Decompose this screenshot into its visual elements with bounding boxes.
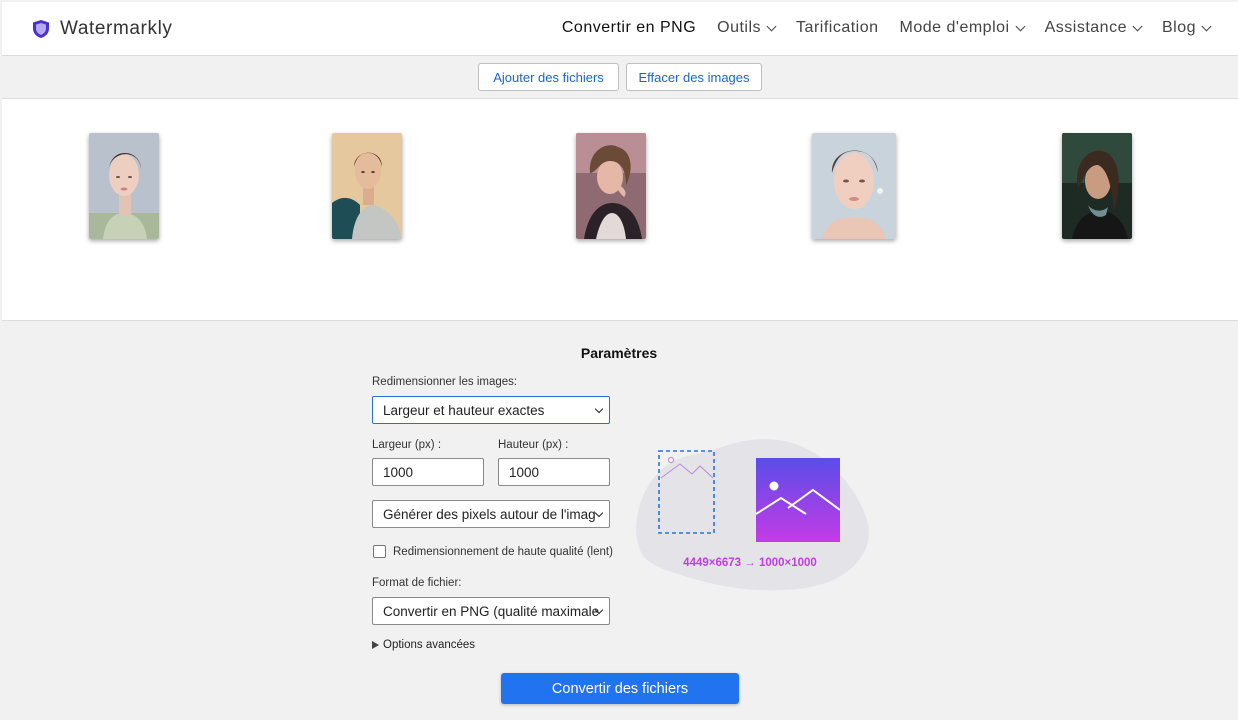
nav-label: Mode d'emploi — [899, 19, 1010, 36]
chevron-down-icon — [594, 404, 604, 414]
resize-illustration — [636, 439, 869, 591]
input-value: 1000 — [509, 464, 540, 480]
nav-label: Assistance — [1044, 19, 1127, 36]
image-thumbnail[interactable] — [332, 133, 402, 239]
nav-tarification[interactable]: Tarification — [796, 19, 878, 37]
settings-title: Paramètres — [580, 345, 658, 361]
width-label: Largeur (px) : — [372, 439, 442, 451]
width-input[interactable]: 1000 — [372, 458, 484, 486]
chevron-down-icon — [1201, 21, 1212, 31]
high-quality-label[interactable]: Redimensionnement de haute qualité (lent… — [393, 546, 613, 558]
image-thumbnail[interactable] — [1062, 133, 1132, 239]
file-toolbar: Ajouter des fichiers Effacer des images — [2, 57, 1238, 99]
select-value: Convertir en PNG (qualité maximale — [383, 603, 600, 619]
nav-label: Blog — [1161, 19, 1196, 36]
image-gallery — [2, 99, 1238, 321]
chevron-down-icon — [766, 21, 777, 31]
resize-mode-select[interactable]: Largeur et hauteur exactes — [372, 396, 610, 424]
select-value: Largeur et hauteur exactes — [383, 402, 545, 418]
clear-images-button[interactable]: Effacer des images — [626, 63, 762, 91]
nav-mode-emploi[interactable]: Mode d'emploi — [899, 19, 1026, 37]
height-label: Hauteur (px) : — [498, 439, 569, 451]
advanced-options-toggle[interactable]: Options avancées — [372, 639, 475, 651]
nav-label: Convertir en PNG — [561, 19, 697, 36]
image-thumbnail[interactable] — [812, 133, 896, 239]
chevron-down-icon — [1015, 21, 1026, 31]
height-input[interactable]: 1000 — [498, 458, 610, 486]
nav-outils[interactable]: Outils — [717, 19, 777, 37]
format-select[interactable]: Convertir en PNG (qualité maximale — [372, 597, 610, 625]
select-value: Générer des pixels autour de l'imag — [383, 506, 596, 522]
shield-icon — [33, 20, 49, 38]
image-thumbnail[interactable] — [576, 133, 646, 239]
resize-label: Redimensionner les images: — [372, 376, 518, 388]
brand-name: Watermarkly — [60, 18, 173, 39]
nav-label: Outils — [717, 19, 762, 36]
format-label: Format de fichier: — [372, 577, 462, 589]
advanced-options-label: Options avancées — [383, 639, 476, 651]
image-thumbnail[interactable] — [89, 133, 159, 239]
nav-convertir-png[interactable]: Convertir en PNG — [562, 19, 696, 37]
nav-blog[interactable]: Blog — [1161, 19, 1212, 37]
convert-files-button[interactable]: Convertir des fichiers — [501, 673, 739, 704]
fill-mode-select[interactable]: Générer des pixels autour de l'imag — [372, 500, 610, 528]
input-value: 1000 — [383, 464, 414, 480]
high-quality-checkbox[interactable] — [373, 545, 386, 558]
chevron-down-icon — [594, 508, 604, 518]
brand-logo[interactable]: Watermarkly — [32, 18, 173, 40]
add-files-button[interactable]: Ajouter des fichiers — [478, 63, 619, 91]
dimensions-text: 4449×6673 → 1000×1000 — [683, 557, 817, 569]
top-header: Watermarkly Convertir en PNG Outils Tari… — [2, 2, 1238, 56]
chevron-down-icon — [1132, 21, 1143, 31]
main-nav: Convertir en PNG Outils Tarification Mod… — [541, 19, 1212, 37]
nav-label: Tarification — [796, 19, 879, 36]
nav-assistance[interactable]: Assistance — [1044, 19, 1143, 37]
triangle-right-icon — [372, 641, 379, 649]
